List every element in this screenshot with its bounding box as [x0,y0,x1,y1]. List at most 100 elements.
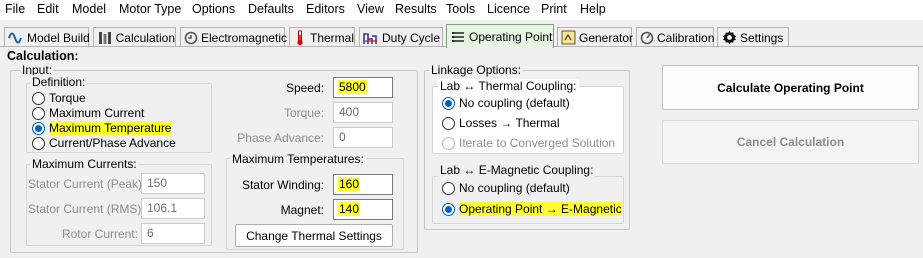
tab-settings[interactable]: Settings [717,27,789,47]
tab-electromagnetic[interactable]: Electromagnetic [180,27,288,47]
radio-label: Current/Phase Advance [49,136,176,150]
radio-button[interactable] [442,116,455,130]
radio-emag-no-coupling[interactable]: No coupling (default) [442,180,570,196]
magnet-icon [184,30,198,46]
menu-motor-type[interactable]: Motor Type [119,2,181,16]
max-temperatures-legend: Maximum Temperatures: [230,152,366,166]
calculate-operating-point-button[interactable]: Calculate Operating Point [662,65,919,110]
radio-thermal-losses[interactable]: Losses → Thermal [442,115,559,131]
tab-label: Settings [740,30,784,45]
tab-label: Electromagnetic [201,30,288,45]
thermometer-icon [293,30,307,46]
radio-maximum-current[interactable]: Maximum Current [32,105,144,121]
torque-value: 400 [339,105,360,119]
gear-icon [721,30,737,46]
definition-legend: Definition: [30,75,88,89]
radio-label: No coupling (default) [459,181,570,195]
stator-peak-input[interactable]: 150 [141,173,205,194]
radio-label: Torque [49,91,86,105]
radio-label: No coupling (default) [459,96,570,110]
radio-label: Losses → Thermal [459,116,560,130]
radio-button[interactable] [32,121,45,135]
speed-value: 5800 [338,80,367,94]
radio-torque[interactable]: Torque [32,90,86,106]
menu-edit[interactable]: Edit [37,2,59,16]
rotor-current-input[interactable]: 6 [141,223,205,244]
menu-defaults[interactable]: Defaults [248,2,294,16]
speed-label: Speed: [285,81,324,95]
tab-label: Calculation [115,30,175,45]
calibration-icon [640,30,654,46]
stator-rms-label: Stator Current (RMS): [28,202,145,216]
radio-label: Operating Point → E-Magnetic [459,202,622,216]
change-thermal-settings-button[interactable]: Change Thermal Settings [235,224,393,247]
tab-label: Thermal [309,30,354,45]
magnet-value: 140 [338,202,361,216]
magnet-input[interactable]: 140 [333,199,393,220]
radio-label: Iterate to Converged Solution [459,136,616,150]
radio-label: Maximum Current [49,106,145,120]
stator-peak-label: Stator Current (Peak): [28,177,146,191]
radio-current-phase-advance[interactable]: Current/Phase Advance [32,135,176,151]
menu-model[interactable]: Model [72,2,106,16]
radio-button[interactable] [32,106,45,120]
menu-file[interactable]: File [5,2,25,16]
linkage-options-legend: Linkage Options: [429,63,524,77]
menu-tools[interactable]: Tools [446,2,475,16]
stator-peak-value: 150 [147,176,168,190]
duty-cycle-icon [363,30,379,46]
panel-title: Calculation: [7,49,79,63]
torque-label: Torque: [283,106,324,120]
radio-button[interactable] [442,136,455,150]
menu-editors[interactable]: Editors [306,2,345,16]
speed-input[interactable]: 5800 [333,77,393,98]
menu-view[interactable]: View [357,2,384,16]
tab-generator[interactable]: Generator [557,27,634,47]
radio-button[interactable] [442,96,455,110]
stator-winding-input[interactable]: 160 [333,174,393,195]
tab-calibration[interactable]: Calibration [636,27,714,47]
menu-results[interactable]: Results [395,2,437,16]
tab-duty-cycle[interactable]: Duty Cycle [359,27,443,47]
tab-thermal[interactable]: Thermal [289,27,355,47]
radio-button[interactable] [442,202,455,216]
torque-input[interactable]: 400 [333,102,393,123]
radio-thermal-no-coupling[interactable]: No coupling (default) [442,95,570,111]
phase-advance-label: Phase Advance: [237,131,324,145]
radio-button[interactable] [32,91,45,105]
menu-print[interactable]: Print [541,2,567,16]
tab-strip: Model Build Calculation Electromagnetic … [0,24,923,48]
stator-rms-input[interactable]: 106.1 [141,198,205,219]
sine-wave-icon [8,30,24,46]
phase-advance-input[interactable]: 0 [333,127,393,148]
radio-maximum-temperature[interactable]: Maximum Temperature [32,120,172,136]
radio-thermal-iterate[interactable]: Iterate to Converged Solution [442,135,615,151]
radio-button[interactable] [32,136,45,150]
emag-coupling-legend: Lab ↔ E-Magnetic Coupling: [438,163,596,177]
generator-icon [561,30,576,46]
calculator-icon [97,30,113,46]
tab-model-build[interactable]: Model Build [4,27,90,47]
tab-label: Calibration [657,30,715,45]
tab-label: Duty Cycle [382,30,441,45]
phase-advance-value: 0 [339,130,346,144]
stator-winding-label: Stator Winding: [241,178,324,192]
tab-operating-point[interactable]: Operating Point [446,24,554,48]
stator-rms-value: 106.1 [147,201,178,215]
menu-options[interactable]: Options [192,2,235,16]
radio-emag-operating-point[interactable]: Operating Point → E-Magnetic [442,201,622,217]
tab-label: Generator [579,30,634,45]
tab-calculation[interactable]: Calculation [93,27,176,47]
menu-help[interactable]: Help [580,2,606,16]
rotor-current-value: 6 [147,226,154,240]
radio-button[interactable] [442,181,455,195]
menu-licence[interactable]: Licence [487,2,530,16]
thermal-coupling-legend: Lab ↔ Thermal Coupling: [438,79,579,93]
rotor-current-label: Rotor Current: [61,227,138,241]
max-currents-legend: Maximum Currents: [30,157,139,171]
operating-point-icon [450,29,466,45]
magnet-label: Magnet: [280,203,324,217]
radio-label: Maximum Temperature [49,121,172,135]
cancel-calculation-button[interactable]: Cancel Calculation [662,120,919,164]
tab-label: Model Build [27,30,90,45]
